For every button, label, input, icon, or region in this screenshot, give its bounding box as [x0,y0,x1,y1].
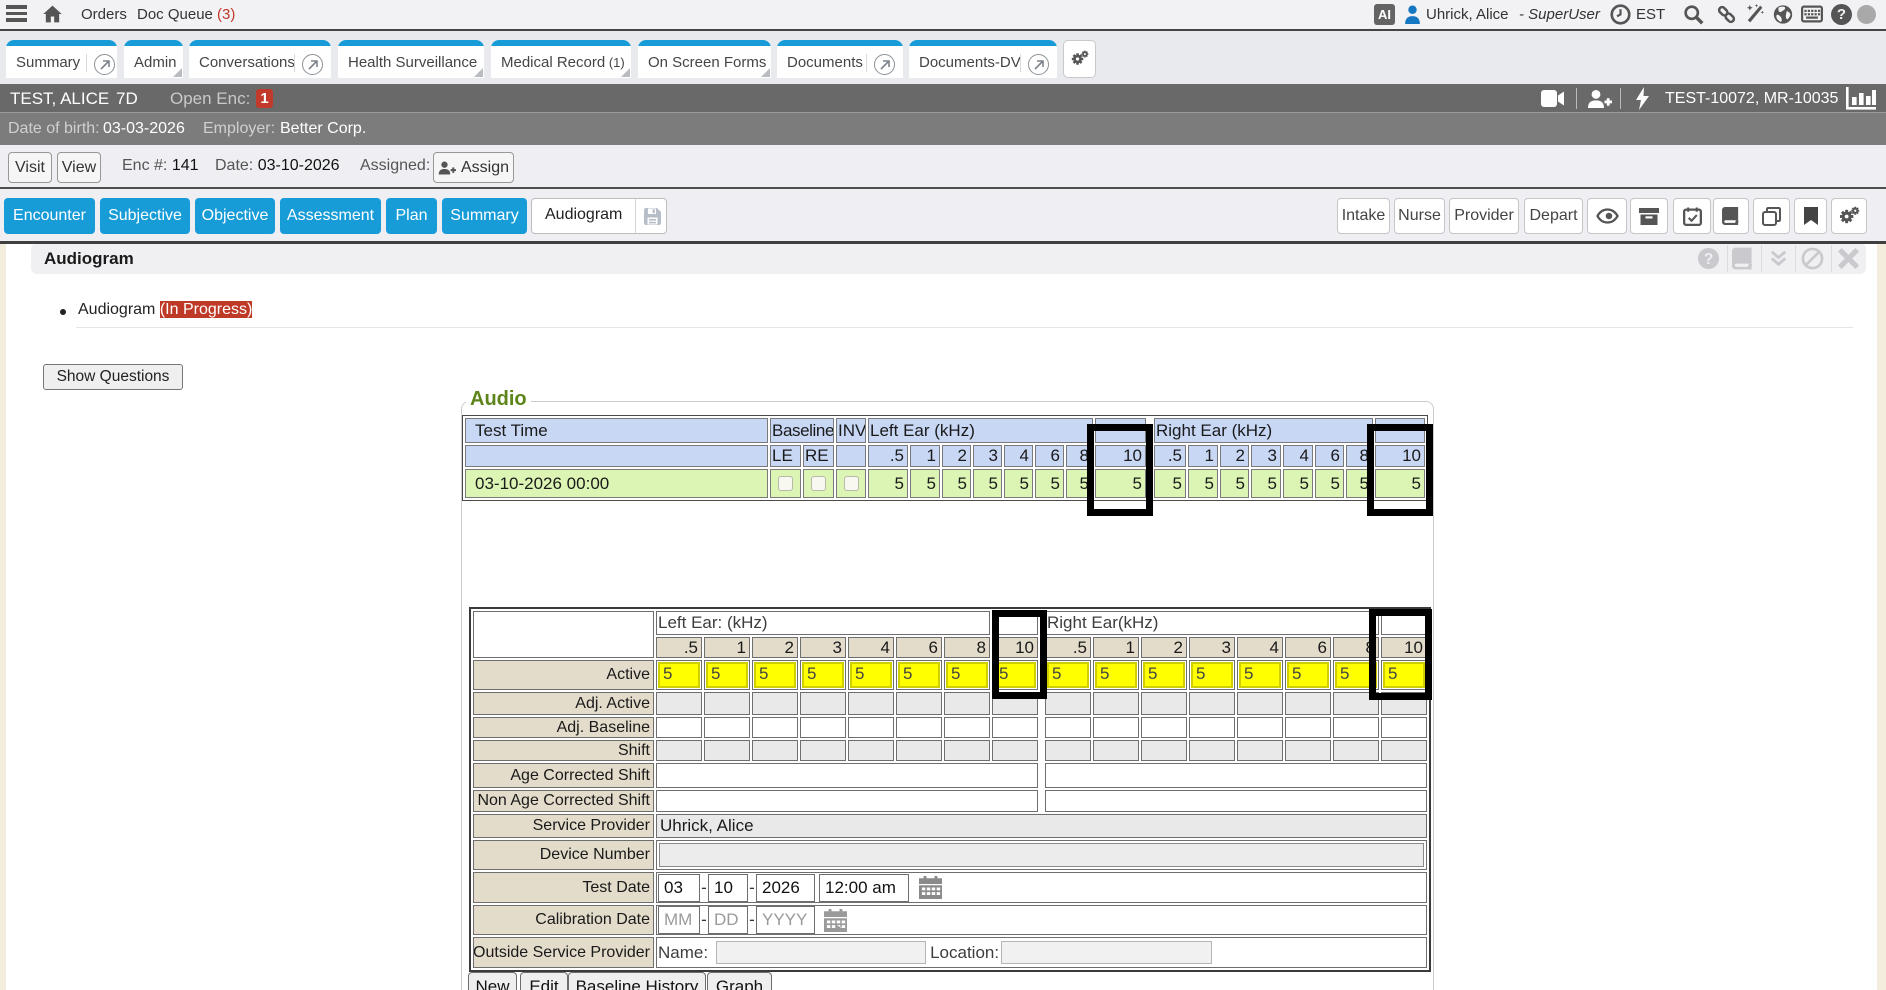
svg-text:?: ? [1704,251,1713,268]
